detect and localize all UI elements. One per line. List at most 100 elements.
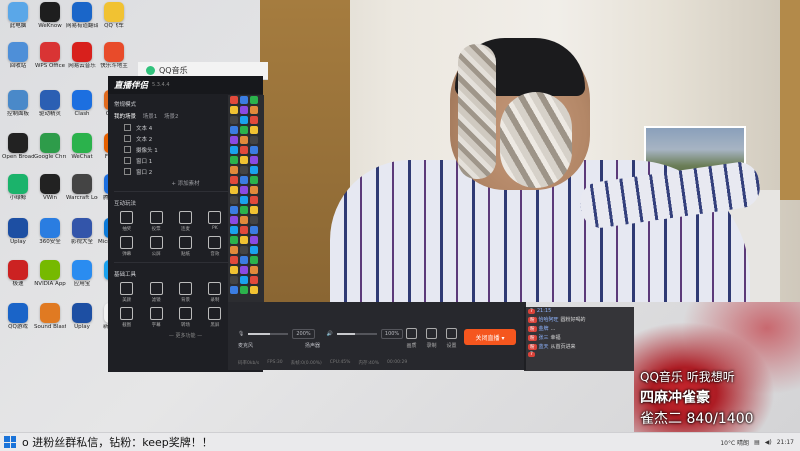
tool-button[interactable]: 截图	[112, 307, 141, 328]
desktop-icon[interactable]: WeKnow	[34, 2, 66, 30]
chat-message: 7 21:15	[524, 307, 634, 315]
desktop-icon[interactable]: 回收站	[2, 42, 34, 70]
obs-icon	[8, 133, 28, 153]
tab-scene-2[interactable]: 场景2	[164, 114, 179, 120]
tool-button[interactable]: 弹幕	[112, 236, 141, 257]
desktop-icon[interactable]: Uplay	[66, 303, 98, 331]
tool-button[interactable]: 滤镜	[141, 282, 170, 303]
screen-button[interactable]: 画质	[406, 328, 417, 349]
desktop-icon-label: QQ飞车	[104, 23, 124, 29]
desktop-icon[interactable]: 网易云音乐	[66, 42, 98, 70]
tool-icon	[178, 236, 192, 249]
desktop-icon[interactable]: Clash	[66, 90, 98, 118]
visibility-icon[interactable]	[124, 168, 131, 175]
desktop-icon[interactable]: 控制面板	[2, 90, 34, 118]
desktop-icon[interactable]: Open Broadcast	[2, 133, 34, 161]
chat-username[interactable]: 张三	[539, 334, 549, 341]
desktop-icon[interactable]: 360安全	[34, 218, 66, 246]
desktop-icon[interactable]: 影视大全	[66, 218, 98, 246]
tool-button[interactable]: 美颜	[112, 282, 141, 303]
tool-button[interactable]: 录制	[200, 282, 229, 303]
desktop-icon[interactable]: QQ飞车	[98, 2, 130, 30]
tool-icon	[178, 282, 192, 295]
desktop-icon-label: Uplay	[10, 239, 26, 245]
cabinet-background	[780, 0, 800, 200]
visibility-icon[interactable]	[124, 124, 131, 131]
tool-button[interactable]: 投票	[141, 211, 170, 232]
app-thumbnail-icon	[250, 126, 258, 134]
desktop-icon[interactable]: WPS Office	[34, 42, 66, 70]
tool-button[interactable]: 连麦	[171, 211, 200, 232]
app-thumbnail-icon	[250, 96, 258, 104]
settings-label: 设置	[446, 343, 457, 349]
visibility-icon[interactable]	[124, 135, 131, 142]
desktop-icon[interactable]: 极速	[2, 260, 34, 288]
desktop-icon[interactable]: 网易有道翻译	[66, 2, 98, 30]
weather-widget[interactable]: 10°C 晴朗	[720, 438, 749, 447]
go-live-button[interactable]: 关闭直播 ▾	[464, 329, 516, 345]
visibility-icon[interactable]	[124, 157, 131, 164]
desktop-icon[interactable]: NVIDIA App	[34, 260, 66, 288]
chat-username[interactable]: 金牌	[539, 325, 549, 332]
desktop-icon[interactable]: VWin	[34, 174, 66, 202]
fan-badge: 粉	[528, 325, 537, 332]
security-icon	[40, 218, 60, 238]
tool-label: 公屏	[151, 252, 161, 257]
desktop-icon[interactable]: 驱动精灵	[34, 90, 66, 118]
desktop-icon[interactable]: 此电脑	[2, 2, 34, 30]
mic-icon[interactable]: 🎙	[238, 331, 244, 337]
source-label: 摄像头 1	[136, 147, 158, 154]
desktop-icon-label: VWin	[42, 195, 58, 201]
chat-username[interactable]: 恰哈阿旺	[539, 316, 559, 323]
app-thumbnail-icon	[250, 206, 258, 214]
speaker-slider[interactable]	[336, 333, 377, 335]
chat-username[interactable]: 21:15	[537, 308, 551, 314]
tab-my-scene[interactable]: 我的场景	[114, 114, 136, 120]
tool-button[interactable]: 转场	[171, 307, 200, 328]
network-icon[interactable]: ▤	[754, 439, 760, 446]
desktop-icon[interactable]: WeChat	[66, 133, 98, 161]
sound-blaster-icon	[40, 303, 60, 323]
tool-button[interactable]: 黑屏	[200, 307, 229, 328]
windows-start-icon[interactable]	[4, 436, 16, 448]
visibility-icon[interactable]	[124, 146, 131, 153]
tool-label: 音效	[210, 252, 220, 257]
overlay-line-1: QQ音乐 听我想听	[640, 370, 735, 384]
tool-button[interactable]: PK	[200, 211, 229, 232]
desktop-icon-label: 网易有道翻译	[66, 23, 98, 29]
app-thumbnail-icon	[230, 96, 238, 104]
volume-icon[interactable]: ◀)	[765, 439, 772, 446]
clock[interactable]: 21:17	[777, 439, 794, 446]
tool-icon	[208, 211, 222, 224]
mic-slider[interactable]	[248, 333, 289, 335]
desktop-icon[interactable]: QQ游戏	[2, 303, 34, 331]
desktop-icon[interactable]: Sound Blaster	[34, 303, 66, 331]
thumbnail-row	[228, 205, 264, 215]
tool-button[interactable]: 音效	[200, 236, 229, 257]
settings-button[interactable]: 设置	[446, 328, 457, 349]
fan-badge: 7	[528, 308, 535, 314]
tab-scene-1[interactable]: 场景1	[143, 114, 158, 120]
desktop-icon[interactable]: 应用宝	[66, 260, 98, 288]
wechat-icon	[72, 133, 92, 153]
desktop-icon[interactable]: 快乐斗地主	[98, 42, 130, 70]
desktop-icon[interactable]: Warcraft Logs	[66, 174, 98, 202]
thumbnail-row	[228, 145, 264, 155]
tool-button[interactable]: 背景	[171, 282, 200, 303]
tool-button[interactable]: 字幕	[141, 307, 170, 328]
app-thumbnail-icon	[250, 236, 258, 244]
desktop-icon[interactable]: Uplay	[2, 218, 34, 246]
desktop-icon-label: QQ游戏	[8, 324, 28, 330]
taskbar: o 进粉丝群私信，钻粉：keep奖牌！！ 10°C 晴朗 ▤ ◀) 21:17	[0, 432, 800, 451]
record-button[interactable]: 录制	[426, 328, 437, 349]
tool-button[interactable]: 抽奖	[112, 211, 141, 232]
desktop-icon[interactable]: 小绿鲸	[2, 174, 34, 202]
desktop-icon-label: 快乐斗地主	[100, 63, 128, 69]
tool-button[interactable]: 贴纸	[171, 236, 200, 257]
desktop-icon[interactable]: Google Chrome	[34, 133, 66, 161]
speaker-icon[interactable]: 🔊	[327, 331, 333, 337]
app-thumbnail-strip	[228, 95, 264, 307]
tool-button[interactable]: 公屏	[141, 236, 170, 257]
chat-username[interactable]: 蓝天	[539, 343, 549, 350]
mode-label[interactable]: 常规模式	[114, 100, 136, 108]
